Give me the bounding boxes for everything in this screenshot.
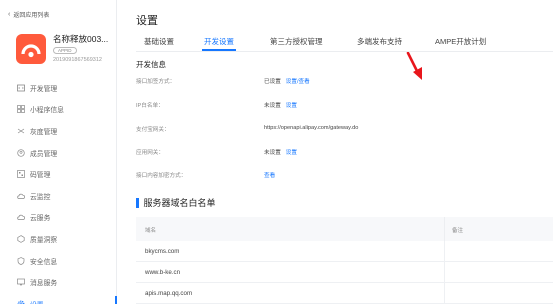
column-divider <box>444 262 445 282</box>
column-divider <box>444 283 445 303</box>
info-row-alipay-gateway: 支付宝网关： https://openapi.alipay.com/gatewa… <box>136 125 553 135</box>
info-label: 应用网关： <box>136 150 164 156</box>
sidebar-item-settings[interactable]: 设置 <box>0 293 117 304</box>
domain-cell: www.b-ke.cn <box>145 269 181 276</box>
back-label: 返回应用列表 <box>13 13 50 19</box>
sidebar-item-label: 设置 <box>30 299 44 304</box>
app-logo <box>16 34 46 64</box>
sidebar-item-label: 质量洞察 <box>30 236 58 244</box>
dev-info-title: 开发信息 <box>136 60 166 69</box>
info-row-ip-whitelist: IP白名单： 未设置 设置 <box>136 101 553 111</box>
set-link[interactable]: 设置 <box>286 150 297 156</box>
sidebar-item-label: 云监控 <box>30 193 51 201</box>
tab-basic-settings[interactable]: 基础设置 <box>144 36 174 47</box>
cloud-monitor-icon <box>17 192 25 200</box>
sidebar-item-cloud-service[interactable]: 云服务 <box>0 207 117 229</box>
sidebar-item-label: 消息服务 <box>30 280 58 288</box>
info-row-encryption: 接口内容加密方式： 查看 <box>136 171 553 181</box>
chevron-left-icon: ‹ <box>8 11 11 18</box>
red-arrow-annotation <box>406 52 422 80</box>
info-row-app-gateway: 应用网关： 未设置 设置 <box>136 148 553 158</box>
message-icon <box>17 278 25 287</box>
whitelist-heading: 服务器域名白名单 <box>136 196 216 209</box>
gateway-url: https://openapi.alipay.com/gateway.do <box>264 125 359 131</box>
main-content: 设置 基础设置 开发设置 第三方授权管理 多端发布支持 AMPE开放计划 开发信… <box>117 0 553 304</box>
code-icon <box>17 84 25 92</box>
sidebar-item-cloud-monitor[interactable]: 云监控 <box>0 185 117 207</box>
sidebar-item-quality-insight[interactable]: 质量洞察 <box>0 228 117 250</box>
column-divider <box>444 241 445 261</box>
tab-dev-settings[interactable]: 开发设置 <box>202 36 236 51</box>
quality-icon <box>17 235 25 243</box>
column-divider <box>444 217 445 241</box>
status-text: 已设置 <box>264 79 281 85</box>
settings-tabs: 基础设置 开发设置 第三方授权管理 多端发布支持 AMPE开放计划 <box>136 36 553 51</box>
tab-multi-platform[interactable]: 多端发布支持 <box>357 36 402 47</box>
domain-cell: bkycms.com <box>145 248 180 255</box>
set-link[interactable]: 设置 <box>286 103 297 109</box>
sidebar-item-security-info[interactable]: 安全信息 <box>0 250 117 272</box>
set-view-link[interactable]: 设置/查看 <box>286 79 310 85</box>
tab-third-party-auth[interactable]: 第三方授权管理 <box>270 36 323 47</box>
heading-accent-bar <box>136 197 139 208</box>
back-to-app-list-link[interactable]: ‹ 返回应用列表 <box>8 10 49 19</box>
shield-icon <box>17 256 25 265</box>
gear-icon <box>17 300 25 304</box>
domain-cell: apis.map.qq.com <box>145 290 193 297</box>
sidebar-item-label: 小程序信息 <box>30 107 64 115</box>
sidebar-item-label: 安全信息 <box>30 258 58 266</box>
qrcode-icon <box>17 170 25 179</box>
sidebar: ‹ 返回应用列表 名称释放003... APPID 20190918675693… <box>0 0 117 304</box>
info-label: 支付宝网关： <box>136 127 170 133</box>
tabs-divider <box>136 51 553 52</box>
page-title: 设置 <box>136 15 158 27</box>
domain-whitelist-table: 域名 备注 bkycms.com www.b-ke.cn apis.map.qq… <box>136 217 553 304</box>
status-text: 未设置 <box>264 150 281 156</box>
app-card: 名称释放003... APPID 2019091867569312 <box>16 30 116 74</box>
sidebar-item-label: 云服务 <box>30 215 51 223</box>
view-link[interactable]: 查看 <box>264 173 275 179</box>
sidebar-item-code-management[interactable]: 码管理 <box>0 163 117 185</box>
gray-release-icon <box>17 127 25 135</box>
grid-icon <box>17 105 25 114</box>
sidebar-item-label: 开发管理 <box>30 85 58 93</box>
sidebar-item-member-management[interactable]: 成员管理 <box>0 142 117 164</box>
member-icon <box>17 148 25 157</box>
sidebar-item-dev-management[interactable]: 开发管理 <box>0 77 117 99</box>
info-label: IP白名单： <box>136 103 164 109</box>
info-label: 接口加签方式： <box>136 79 176 85</box>
table-row: www.b-ke.cn <box>136 262 553 283</box>
cloud-service-icon <box>17 213 25 221</box>
sidebar-item-mini-program-info[interactable]: 小程序信息 <box>0 99 117 121</box>
column-header-remark: 备注 <box>452 228 464 234</box>
app-name: 名称释放003... <box>53 34 109 44</box>
table-header: 域名 备注 <box>136 217 553 241</box>
info-value: 已设置 设置/查看 <box>264 77 310 85</box>
info-label: 接口内容加密方式： <box>136 173 187 179</box>
info-value: 未设置 设置 <box>264 101 297 109</box>
info-row-sign-method: 接口加签方式： 已设置 设置/查看 <box>136 77 553 87</box>
sidebar-item-message-service[interactable]: 消息服务 <box>0 271 117 293</box>
whitelist-title: 服务器域名白名单 <box>143 198 216 208</box>
tab-ampe-plan[interactable]: AMPE开放计划 <box>435 36 486 47</box>
column-header-domain: 域名 <box>145 228 157 234</box>
status-text: 未设置 <box>264 103 281 109</box>
app-id: 2019091867569312 <box>53 57 102 63</box>
sidebar-item-label: 灰度管理 <box>30 128 58 136</box>
sidebar-item-label: 码管理 <box>30 172 51 180</box>
info-value: 查看 <box>264 171 275 179</box>
appid-badge: APPID <box>53 47 77 54</box>
table-row: apis.map.qq.com <box>136 283 553 304</box>
sidebar-nav: 开发管理 小程序信息 灰度管理 成员管理 码管理 云监控 云服务 质量洞察 安全… <box>0 77 117 304</box>
info-value: 未设置 设置 <box>264 148 297 156</box>
table-row: bkycms.com <box>136 241 553 262</box>
sidebar-item-label: 成员管理 <box>30 150 58 158</box>
sidebar-item-gray-release[interactable]: 灰度管理 <box>0 120 117 142</box>
